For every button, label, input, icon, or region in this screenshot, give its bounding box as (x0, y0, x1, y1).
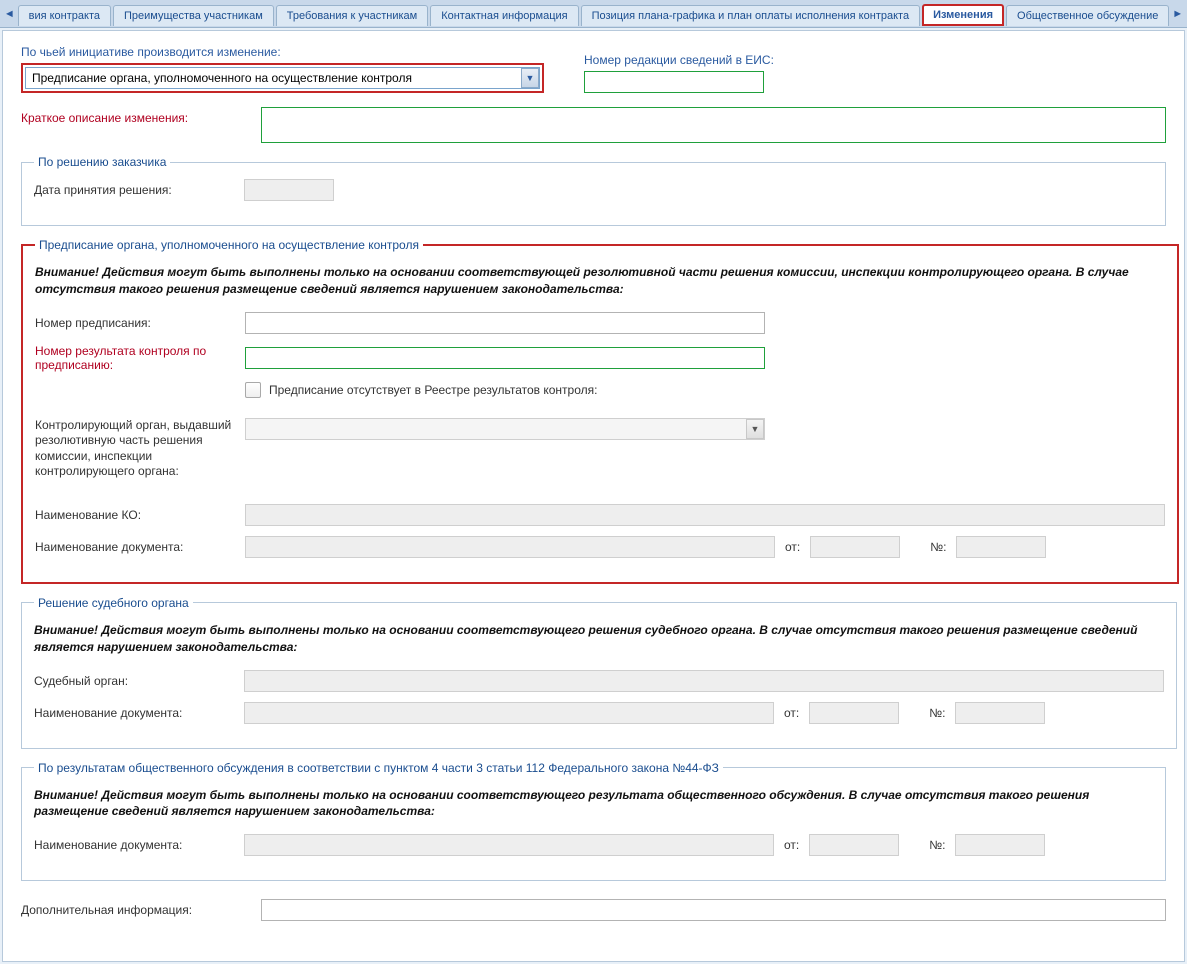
control-result-number-input[interactable] (245, 347, 765, 369)
tab-public[interactable]: Общественное обсуждение (1006, 5, 1169, 26)
fieldset-customer-legend: По решению заказчика (34, 155, 170, 169)
court-num-input[interactable] (955, 702, 1045, 724)
control-org-value[interactable] (245, 418, 765, 440)
short-desc-input[interactable] (261, 107, 1166, 143)
chevron-down-icon[interactable]: ▼ (521, 68, 539, 88)
prescription-number-input[interactable] (245, 312, 765, 334)
fieldset-court: Решение судебного органа Внимание! Дейст… (21, 596, 1177, 749)
ko-name-input[interactable] (245, 504, 1165, 526)
prescription-warning: Внимание! Действия могут быть выполнены … (35, 264, 1165, 298)
tab-changes[interactable]: Изменения (922, 4, 1004, 26)
initiative-label: По чьей инициативе производится изменени… (21, 45, 544, 59)
court-num-label: №: (925, 706, 949, 720)
control-result-number-label: Номер результата контроля по предписанию… (35, 344, 245, 372)
initiative-value[interactable] (25, 67, 540, 89)
court-doc-input[interactable] (244, 702, 774, 724)
court-org-input[interactable] (244, 670, 1164, 692)
prescription-absent-label: Предписание отсутствует в Реестре резуль… (269, 383, 597, 397)
decision-date-input[interactable] (244, 179, 334, 201)
public-from-label: от: (780, 838, 803, 852)
public-num-input[interactable] (955, 834, 1045, 856)
court-doc-label: Наименование документа: (34, 706, 244, 720)
control-org-label: Контролирующий орган, выдавший резолютив… (35, 418, 245, 480)
court-warning: Внимание! Действия могут быть выполнены … (34, 622, 1164, 656)
chevron-down-icon[interactable]: ▼ (746, 419, 764, 439)
content-panel: По чьей инициативе производится изменени… (2, 30, 1185, 962)
tab-requirements[interactable]: Требования к участникам (276, 5, 428, 26)
tab-contract-terms[interactable]: вия контракта (18, 5, 111, 26)
court-from-label: от: (780, 706, 803, 720)
ko-name-label: Наименование КО: (35, 508, 245, 522)
fieldset-public-legend: По результатам общественного обсуждения … (34, 761, 723, 775)
prescription-absent-checkbox[interactable] (245, 382, 261, 398)
short-desc-label: Краткое описание изменения: (21, 107, 261, 125)
tab-advantages[interactable]: Преимущества участникам (113, 5, 274, 26)
tab-contact[interactable]: Контактная информация (430, 5, 578, 26)
court-org-label: Судебный орган: (34, 674, 244, 688)
fieldset-prescription: Предписание органа, уполномоченного на о… (21, 238, 1179, 584)
eis-input[interactable] (584, 71, 764, 93)
tabs-scroll-left[interactable]: ◄ (2, 3, 17, 25)
eis-label: Номер редакции сведений в ЕИС: (584, 53, 774, 67)
doc-num-label: №: (926, 540, 950, 554)
doc-name-input[interactable] (245, 536, 775, 558)
initiative-select[interactable]: ▼ (25, 67, 540, 89)
control-org-select[interactable]: ▼ (245, 418, 765, 440)
extra-info-input[interactable] (261, 899, 1166, 921)
fieldset-court-legend: Решение судебного органа (34, 596, 193, 610)
fieldset-customer: По решению заказчика Дата принятия решен… (21, 155, 1166, 226)
prescription-number-label: Номер предписания: (35, 316, 245, 330)
fieldset-public: По результатам общественного обсуждения … (21, 761, 1166, 882)
court-from-input[interactable] (809, 702, 899, 724)
doc-from-label: от: (781, 540, 804, 554)
doc-num-input[interactable] (956, 536, 1046, 558)
public-warning: Внимание! Действия могут быть выполнены … (34, 787, 1153, 821)
tabs-scroll-right[interactable]: ► (1170, 3, 1185, 25)
extra-info-label: Дополнительная информация: (21, 903, 261, 917)
public-doc-input[interactable] (244, 834, 774, 856)
public-from-input[interactable] (809, 834, 899, 856)
doc-from-input[interactable] (810, 536, 900, 558)
tab-plan[interactable]: Позиция плана-графика и план оплаты испо… (581, 5, 920, 26)
public-num-label: №: (925, 838, 949, 852)
tabs-bar: ◄ вия контракта Преимущества участникам … (0, 0, 1187, 28)
doc-name-label: Наименование документа: (35, 540, 245, 554)
public-doc-label: Наименование документа: (34, 838, 244, 852)
fieldset-prescription-legend: Предписание органа, уполномоченного на о… (35, 238, 423, 252)
decision-date-label: Дата принятия решения: (34, 183, 244, 197)
